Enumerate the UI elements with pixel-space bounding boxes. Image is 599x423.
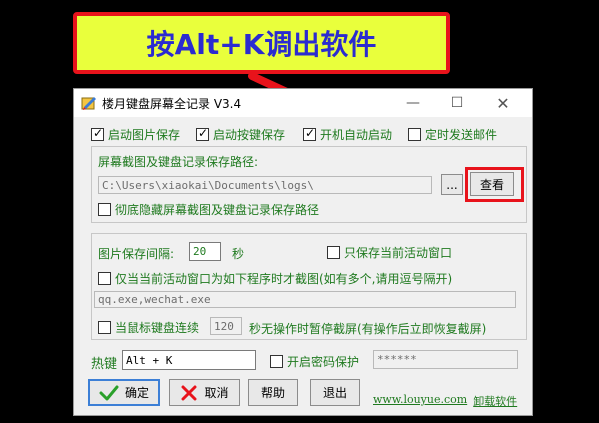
interval-input[interactable]: 20: [189, 242, 221, 261]
app-window: 楼月键盘屏幕全记录 V3.4 — ☐ ✕ 启动图片保存 启动按键保存 开机自动启…: [73, 88, 533, 416]
website-link[interactable]: www.louyue.com: [373, 393, 467, 409]
option-hide-path[interactable]: 彻底隐藏屏幕截图及键盘记录保存路径: [98, 201, 319, 218]
option-only-programs[interactable]: 仅当当前活动窗口为如下程序时才截图(如有多个,请用逗号隔开): [98, 270, 452, 287]
browse-button[interactable]: ...: [441, 174, 463, 195]
option-password-label: 开启密码保护: [287, 355, 360, 369]
option-timed-mail[interactable]: 定时发送邮件: [408, 126, 497, 143]
checkbox-only-programs[interactable]: [98, 272, 111, 285]
option-start-image-label: 启动图片保存: [108, 128, 181, 142]
uninstall-link[interactable]: 卸载软件: [473, 393, 517, 409]
app-icon: [81, 97, 96, 110]
option-password[interactable]: 开启密码保护: [270, 353, 359, 370]
footer-links: www.louyue.com 卸载软件: [373, 393, 517, 409]
option-only-active-label: 只保存当前活动窗口: [344, 246, 453, 260]
hotkey-input[interactable]: Alt + K: [122, 350, 256, 370]
checkbox-timed-mail[interactable]: [408, 128, 421, 141]
cancel-button-label: 取消: [204, 386, 229, 400]
annotation-banner: 按Alt+K调出软件: [73, 12, 450, 74]
option-start-key[interactable]: 启动按键保存: [196, 126, 285, 143]
save-path-label: 屏幕截图及键盘记录保存路径:: [98, 155, 259, 169]
interval-unit: 秒: [232, 247, 245, 261]
checkbox-only-active[interactable]: [327, 246, 340, 259]
checkbox-hide-path[interactable]: [98, 203, 111, 216]
option-only-active[interactable]: 只保存当前活动窗口: [327, 244, 452, 261]
checkbox-password[interactable]: [270, 355, 283, 368]
option-idle-pause-label: 当鼠标键盘连续: [115, 321, 200, 335]
checkbox-idle-pause[interactable]: [98, 321, 111, 334]
close-button[interactable]: ✕: [486, 91, 520, 115]
option-hide-path-label: 彻底隐藏屏幕截图及键盘记录保存路径: [115, 203, 320, 217]
ok-button-label: 确定: [124, 386, 149, 400]
checkbox-start-image[interactable]: [91, 126, 104, 141]
save-path-field[interactable]: C:\Users\xiaokai\Documents\logs\: [98, 176, 432, 194]
hotkey-label: 热键: [91, 357, 118, 372]
option-start-key-label: 启动按键保存: [213, 128, 286, 142]
interval-label: 图片保存间隔:: [98, 247, 175, 261]
help-button[interactable]: 帮助: [248, 379, 298, 406]
option-idle-pause[interactable]: 当鼠标键盘连续: [98, 319, 199, 336]
option-start-image[interactable]: 启动图片保存: [91, 126, 180, 143]
checkbox-auto-start[interactable]: [303, 126, 316, 141]
title-bar: 楼月键盘屏幕全记录 V3.4 — ☐ ✕: [74, 89, 532, 117]
checkbox-start-key[interactable]: [196, 126, 209, 141]
option-only-programs-label: 仅当当前活动窗口为如下程序时才截图(如有多个,请用逗号隔开): [115, 272, 453, 286]
checkmark-icon: [99, 385, 119, 400]
minimize-button[interactable]: —: [396, 91, 430, 115]
annotation-highlight-box: [465, 167, 524, 202]
option-timed-mail-label: 定时发送邮件: [425, 128, 498, 142]
window-title: 楼月键盘屏幕全记录 V3.4: [102, 97, 242, 111]
exit-button[interactable]: 退出: [310, 379, 360, 406]
idle-seconds-field[interactable]: 120: [210, 317, 242, 335]
ok-button[interactable]: 确定: [88, 379, 160, 406]
maximize-button[interactable]: ☐: [440, 91, 474, 115]
idle-suffix-label: 秒无操作时暂停截屏(有操作后立即恢复截屏): [249, 322, 487, 336]
cancel-button[interactable]: 取消: [169, 379, 240, 406]
password-field[interactable]: ******: [373, 350, 518, 369]
red-x-icon: [181, 385, 197, 400]
programs-field[interactable]: qq.exe,wechat.exe: [94, 291, 516, 308]
option-auto-start[interactable]: 开机自动启动: [303, 126, 392, 143]
option-auto-start-label: 开机自动启动: [320, 128, 393, 142]
